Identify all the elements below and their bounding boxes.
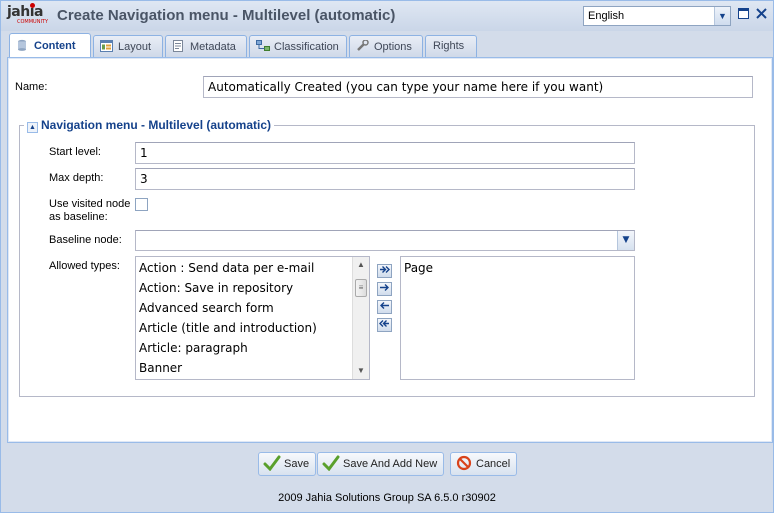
form-area: Name: Automatically Created (you can typ… bbox=[9, 59, 771, 441]
content-icon bbox=[16, 39, 30, 51]
checkmark-icon bbox=[263, 455, 281, 472]
navigation-menu-fieldset: ▲ Navigation menu - Multilevel (automatic… bbox=[19, 118, 755, 397]
name-label: Name: bbox=[15, 81, 48, 93]
logo-dot bbox=[30, 3, 35, 8]
tab-label: Layout bbox=[118, 41, 152, 53]
cancel-label: Cancel bbox=[476, 458, 511, 470]
metadata-icon bbox=[172, 40, 186, 52]
tab-options[interactable]: Options bbox=[349, 35, 423, 57]
tab-label: Rights bbox=[433, 40, 465, 52]
layout-icon bbox=[100, 40, 114, 52]
list-item[interactable]: Article (title and introduction) bbox=[136, 318, 369, 338]
allowed-types-label: Allowed types: bbox=[49, 260, 120, 272]
save-and-add-new-label: Save And Add New bbox=[343, 458, 438, 470]
tab-label: Classification bbox=[274, 41, 339, 53]
start-level-label: Start level: bbox=[49, 146, 101, 158]
tab-layout[interactable]: Layout bbox=[93, 35, 163, 57]
scroll-down-icon[interactable]: ▼ bbox=[353, 363, 369, 379]
list-item[interactable]: Advanced search form bbox=[136, 298, 369, 318]
save-button[interactable]: Save bbox=[258, 452, 317, 476]
scroll-thumb[interactable]: ≡ bbox=[355, 279, 367, 297]
max-depth-input[interactable]: 3 bbox=[135, 168, 635, 190]
checkmark-icon bbox=[322, 455, 340, 472]
classification-icon bbox=[256, 40, 270, 52]
move-right-button[interactable] bbox=[377, 282, 392, 296]
cancel-icon bbox=[455, 455, 473, 471]
move-left-button[interactable] bbox=[377, 300, 392, 314]
move-all-right-button[interactable] bbox=[377, 264, 392, 278]
tab-content[interactable]: Content bbox=[9, 33, 91, 58]
content-panel: Name: Automatically Created (you can typ… bbox=[7, 57, 773, 443]
list-item[interactable]: Article: paragraph bbox=[136, 338, 369, 358]
section-header[interactable]: ▲ Navigation menu - Multilevel (automatic… bbox=[24, 118, 275, 133]
cancel-button[interactable]: Cancel bbox=[450, 452, 518, 476]
tab-label: Options bbox=[374, 41, 412, 53]
move-all-left-button[interactable] bbox=[377, 318, 392, 332]
max-depth-label: Max depth: bbox=[49, 172, 104, 184]
selected-types-list[interactable]: Page bbox=[400, 256, 635, 380]
collapse-toggle-icon[interactable]: ▲ bbox=[27, 122, 38, 133]
list-item[interactable]: Banner bbox=[136, 358, 369, 378]
copyright-text: 2009 Jahia Solutions Group SA 6.5.0 r309… bbox=[278, 492, 496, 504]
create-navigation-window: jahia COMMUNITY Create Navigation menu -… bbox=[0, 0, 774, 513]
chevron-down-icon[interactable]: ▼ bbox=[714, 7, 730, 25]
list-item[interactable]: Page bbox=[401, 258, 634, 278]
maximize-icon[interactable] bbox=[737, 8, 750, 21]
chevron-down-icon[interactable]: ▼ bbox=[617, 231, 634, 250]
visited-node-label-line1: Use visited node bbox=[49, 198, 131, 210]
window-header: jahia COMMUNITY Create Navigation menu -… bbox=[1, 1, 773, 31]
logo-text: jahia bbox=[7, 4, 43, 20]
list-item[interactable]: Action : Send data per e-mail bbox=[136, 258, 369, 278]
visited-node-label-line2: as baseline: bbox=[49, 211, 108, 223]
language-select[interactable]: English ▼ bbox=[583, 6, 731, 26]
tab-rights[interactable]: Rights bbox=[425, 35, 477, 57]
visited-node-checkbox[interactable] bbox=[135, 198, 148, 211]
tab-classification[interactable]: Classification bbox=[249, 35, 347, 57]
name-input[interactable]: Automatically Created (you can type your… bbox=[203, 76, 753, 98]
jahia-logo: jahia COMMUNITY bbox=[7, 3, 48, 26]
start-level-input[interactable]: 1 bbox=[135, 142, 635, 164]
save-and-add-new-button[interactable]: Save And Add New bbox=[317, 452, 445, 476]
tab-metadata[interactable]: Metadata bbox=[165, 35, 247, 57]
list-item[interactable]: Action: Save in repository bbox=[136, 278, 369, 298]
dialog-footer: Save Save And Add New Cancel 2009 Jahia … bbox=[1, 444, 773, 512]
tab-label: Content bbox=[34, 40, 76, 52]
baseline-node-label: Baseline node: bbox=[49, 234, 122, 246]
scroll-up-icon[interactable]: ▲ bbox=[353, 257, 369, 273]
logo-subtitle: COMMUNITY bbox=[17, 19, 49, 25]
save-label: Save bbox=[284, 458, 310, 470]
available-types-scrollbar[interactable]: ▲ ≡ ▼ bbox=[352, 257, 369, 379]
options-icon bbox=[356, 39, 370, 52]
selected-types-items: Page bbox=[401, 257, 634, 278]
available-types-list[interactable]: Action : Send data per e-mail Action: Sa… bbox=[135, 256, 370, 380]
baseline-node-combo[interactable]: ▼ bbox=[135, 230, 635, 251]
tab-label: Metadata bbox=[190, 41, 236, 53]
close-icon[interactable] bbox=[755, 8, 768, 21]
visited-node-label: Use visited node as baseline: bbox=[49, 198, 130, 224]
available-types-items: Action : Send data per e-mail Action: Sa… bbox=[136, 257, 369, 378]
tab-strip: Content Layout Metadata Classification O… bbox=[7, 33, 773, 58]
window-title: Create Navigation menu - Multilevel (aut… bbox=[57, 7, 396, 24]
language-value: English bbox=[588, 10, 625, 22]
section-title: Navigation menu - Multilevel (automatic) bbox=[41, 118, 272, 132]
